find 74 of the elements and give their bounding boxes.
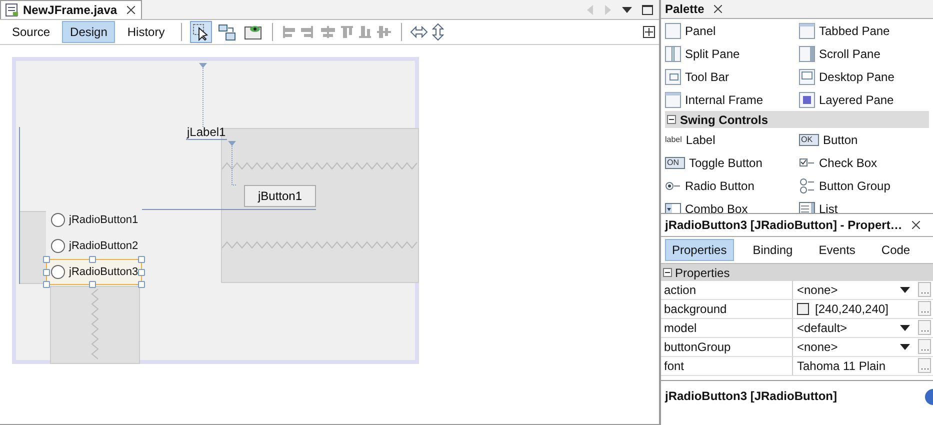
radio-button-component[interactable]: jRadioButton1 (46, 207, 142, 233)
palette-item[interactable]: Scroll Pane (799, 42, 929, 65)
palette-item[interactable]: label Label (665, 128, 799, 151)
dropdown-icon[interactable] (900, 344, 910, 350)
dropdown-icon[interactable] (900, 325, 910, 331)
view-tab[interactable]: History (119, 21, 173, 43)
layout-icon[interactable] (643, 26, 655, 38)
palette-item[interactable]: Check Box (799, 151, 929, 174)
button-component[interactable]: jButton1 (244, 185, 316, 207)
property-value[interactable]: [240,240,240] (793, 300, 916, 318)
container-icon (799, 22, 815, 38)
palette-item[interactable]: Internal Frame (665, 88, 799, 111)
editor-tab-title: NewJFrame.java (23, 3, 118, 17)
component-icon: ON (665, 156, 685, 168)
anchor-line (199, 63, 207, 127)
vertical-resize-icon[interactable] (432, 23, 444, 41)
palette-item[interactable]: Radio Button (665, 174, 799, 197)
container-icon (665, 46, 681, 62)
properties-tab[interactable]: Properties (665, 239, 734, 261)
collapse-icon[interactable] (663, 268, 672, 277)
palette-item[interactable]: Desktop Pane (799, 65, 929, 88)
palette-item[interactable]: Panel (665, 19, 799, 42)
properties-tab[interactable]: Code (874, 239, 918, 261)
radio-button-component[interactable]: jRadioButton3 (46, 259, 142, 285)
palette-item[interactable]: OK Button (799, 128, 929, 151)
component-icon: label (665, 135, 682, 144)
horizontal-resize-icon[interactable] (410, 26, 428, 38)
close-icon[interactable] (127, 6, 136, 14)
property-value[interactable]: <default> (793, 319, 916, 337)
palette-item[interactable]: Layered Pane (799, 88, 929, 111)
file-icon (5, 3, 19, 17)
container-icon (665, 92, 681, 108)
palette-item[interactable]: Split Pane (665, 42, 799, 65)
component-icon: OK (799, 134, 819, 146)
container-icon (665, 22, 681, 38)
close-icon[interactable] (714, 5, 722, 13)
help-icon[interactable] (923, 389, 933, 405)
palette-title[interactable]: Palette (661, 2, 708, 16)
palette-item[interactable]: Button Group (799, 174, 929, 197)
dropdown-icon[interactable] (900, 287, 910, 293)
close-icon[interactable] (912, 221, 920, 229)
view-tab[interactable]: Design (62, 21, 116, 43)
editor-tab[interactable]: NewJFrame.java (0, 0, 142, 19)
collapse-icon[interactable] (667, 115, 676, 124)
description-title: jRadioButton3 [JRadioButton] (665, 389, 837, 403)
property-value[interactable]: Tahoma 11 Plain (793, 357, 916, 375)
property-value[interactable]: <none> (793, 338, 916, 356)
properties-tab[interactable]: Binding (746, 239, 800, 261)
selection-tool[interactable] (190, 21, 212, 43)
dropdown-icon[interactable] (622, 6, 632, 12)
section-title: Properties (675, 266, 730, 280)
property-name: background (661, 300, 793, 318)
container-icon (799, 68, 815, 84)
properties-section-header[interactable]: Properties (661, 264, 933, 281)
anchor-line (228, 141, 236, 186)
property-name: action (661, 281, 793, 299)
maximize-icon[interactable] (642, 4, 653, 14)
palette-item[interactable]: ON Toggle Button (665, 151, 799, 174)
property-value[interactable]: <none> (793, 281, 916, 299)
property-name: font (661, 357, 793, 375)
view-tab[interactable]: Source (4, 21, 58, 43)
property-name: model (661, 319, 793, 337)
container-icon (665, 68, 681, 84)
container-icon (799, 46, 815, 62)
radio-button-component[interactable]: jRadioButton2 (46, 233, 142, 259)
property-name: buttonGroup (661, 338, 793, 356)
palette-item[interactable]: Tabbed Pane (799, 19, 929, 42)
properties-title[interactable]: jRadioButton3 [JRadioButton] - Propert… (661, 218, 906, 232)
palette-section-header[interactable]: Swing Controls (665, 111, 929, 128)
container-icon (799, 92, 815, 108)
label-component[interactable]: jLabel1 (186, 125, 227, 140)
properties-tab[interactable]: Events (812, 239, 862, 261)
palette-item[interactable]: Tool Bar (665, 65, 799, 88)
component-icon (799, 178, 815, 194)
